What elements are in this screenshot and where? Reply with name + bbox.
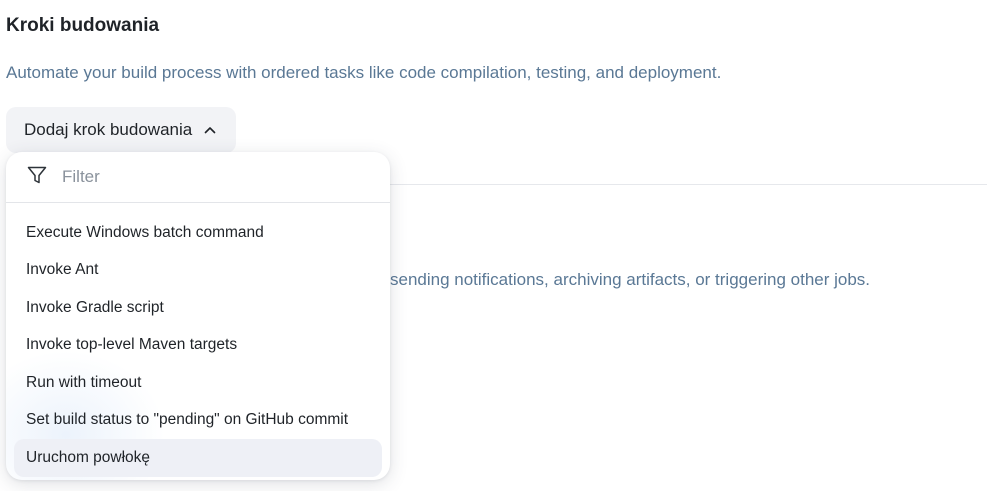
post-build-description: sending notifications, archiving artifac… [390, 270, 871, 289]
build-steps-page: Kroki budowania Automate your build proc… [0, 0, 987, 491]
menu-item-run-with-timeout[interactable]: Run with timeout [14, 364, 382, 402]
menu-item-invoke-maven[interactable]: Invoke top-level Maven targets [14, 327, 382, 365]
menu-item-run-shell[interactable]: Uruchom powłokę [14, 439, 382, 477]
menu-item-set-github-pending[interactable]: Set build status to "pending" on GitHub … [14, 402, 382, 440]
menu-item-invoke-gradle[interactable]: Invoke Gradle script [14, 289, 382, 327]
section-description: Automate your build process with ordered… [6, 63, 722, 82]
section-title: Kroki budowania [6, 15, 160, 36]
filter-row [6, 152, 390, 203]
menu-item-invoke-ant[interactable]: Invoke Ant [14, 252, 382, 290]
filter-icon [26, 164, 48, 191]
section-divider [390, 184, 987, 185]
menu-item-execute-windows-batch[interactable]: Execute Windows batch command [14, 214, 382, 252]
build-step-dropdown: Execute Windows batch command Invoke Ant… [6, 152, 390, 480]
chevron-up-icon [202, 122, 218, 138]
add-build-step-label: Dodaj krok budowania [24, 120, 193, 139]
build-step-menu: Execute Windows batch command Invoke Ant… [6, 203, 390, 477]
add-build-step-button[interactable]: Dodaj krok budowania [6, 107, 237, 153]
filter-input[interactable] [60, 166, 344, 188]
